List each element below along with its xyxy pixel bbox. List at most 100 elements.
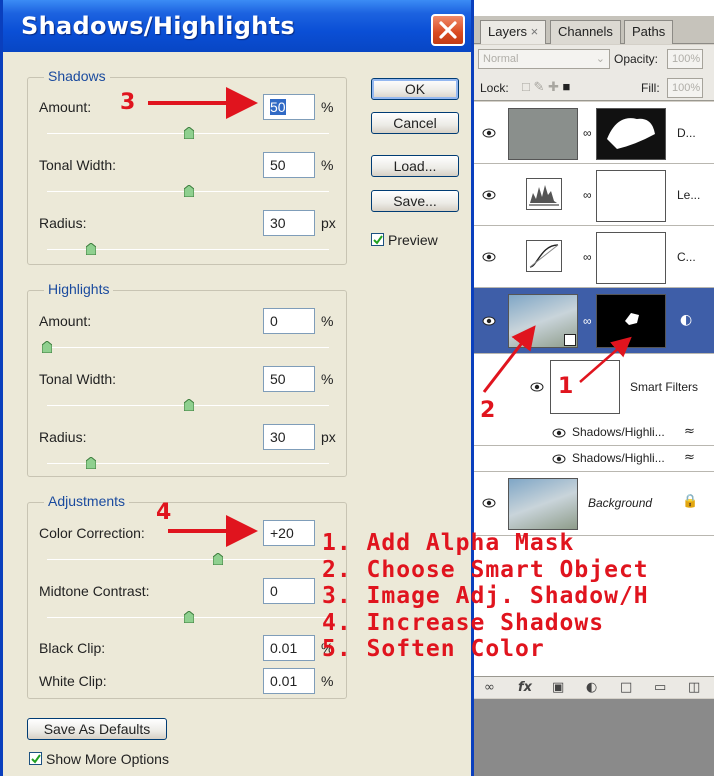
dialog-title: Shadows/Highlights — [21, 12, 295, 40]
new-layer-icon[interactable]: ▭ — [654, 680, 666, 695]
eye-icon[interactable] — [482, 190, 496, 200]
black-clip-field[interactable]: 0.01 — [263, 635, 315, 661]
highlights-amount-field[interactable]: 0 — [263, 308, 315, 334]
eye-icon[interactable] — [482, 316, 496, 326]
shadows-radius-label: Radius: — [39, 215, 87, 231]
panel-tabs: Layers × Channels Paths — [474, 16, 714, 44]
tab-close-icon[interactable]: × — [531, 24, 539, 39]
mask-thumbnail — [596, 232, 666, 284]
filter-name: Shadows/Highli... — [572, 451, 665, 465]
eye-icon[interactable] — [482, 128, 496, 138]
midtone-contrast-slider-thumb[interactable] — [184, 611, 194, 623]
smart-object-layer-row[interactable]: ∞ ◐ — [474, 288, 714, 354]
filter-options-icon[interactable]: ≈ — [684, 424, 695, 439]
background-layer-row[interactable]: Background 🔒 — [474, 472, 714, 536]
tab-paths[interactable]: Paths — [624, 20, 674, 44]
eye-icon[interactable] — [482, 252, 496, 262]
shadows-amount-unit: % — [321, 99, 334, 115]
highlights-tonal-field[interactable]: 50 — [263, 366, 315, 392]
shadows-radius-slider-thumb[interactable] — [86, 243, 96, 255]
shadows-amount-slider-thumb[interactable] — [184, 127, 194, 139]
save-as-defaults-button[interactable]: Save As Defaults — [27, 718, 167, 740]
adjustment-layer-icon[interactable]: ◐ — [586, 680, 597, 695]
color-correction-field[interactable]: +20 — [263, 520, 315, 546]
highlights-amount-slider-track[interactable] — [47, 347, 329, 348]
fx-icon[interactable]: fx — [518, 680, 532, 695]
layer-row[interactable]: ∞ Le... — [474, 164, 714, 226]
ok-button[interactable]: OK — [371, 78, 459, 100]
lock-icon: 🔒 — [682, 494, 699, 509]
eye-icon[interactable] — [482, 498, 496, 508]
smart-filters-row[interactable]: Smart Filters — [474, 354, 714, 420]
highlights-tonal-slider-thumb[interactable] — [184, 399, 194, 411]
highlights-radius-slider-thumb[interactable] — [86, 457, 96, 469]
close-button[interactable] — [431, 14, 465, 46]
shadows-tonal-slider-thumb[interactable] — [184, 185, 194, 197]
trash-icon[interactable]: ◫ — [688, 680, 700, 695]
opacity-label: Opacity: — [614, 52, 659, 66]
eye-icon[interactable] — [552, 454, 566, 464]
highlights-amount-slider-thumb[interactable] — [42, 341, 52, 353]
preview-label[interactable]: Preview — [388, 232, 438, 248]
shadows-tonal-label: Tonal Width: — [39, 157, 117, 173]
fill-label: Fill: — [641, 81, 660, 95]
annotation-step: 1. Add Alpha Mask — [322, 530, 575, 556]
highlights-legend: Highlights — [44, 281, 114, 297]
cancel-button[interactable]: Cancel — [371, 112, 459, 134]
panel-bottom-bar: ∞ fx ▣ ◐ □ ▭ ◫ — [474, 676, 714, 698]
midtone-contrast-field[interactable]: 0 — [263, 578, 315, 604]
layer-row[interactable]: ∞ C... — [474, 226, 714, 288]
annotation-step: 2. Choose Smart Object — [322, 556, 649, 583]
new-group-icon[interactable]: □ — [620, 680, 632, 695]
filter-options-icon[interactable]: ≈ — [684, 450, 695, 465]
annotation-number-4: 4 — [156, 500, 172, 525]
link-layers-icon[interactable]: ∞ — [484, 680, 495, 695]
annotation-step: 4. Increase Shadows — [322, 609, 605, 636]
layer-name: C... — [677, 250, 696, 264]
dialog-titlebar[interactable]: Shadows/Highlights — [3, 0, 471, 52]
eye-icon[interactable] — [552, 428, 566, 438]
opacity-field[interactable]: 100% — [667, 49, 703, 69]
preview-checkbox[interactable] — [371, 233, 384, 246]
layer-row[interactable]: ∞ D... — [474, 102, 714, 164]
black-clip-label: Black Clip: — [39, 640, 106, 656]
eye-icon[interactable] — [530, 382, 544, 392]
color-correction-slider-track[interactable] — [47, 559, 329, 560]
highlights-amount-unit: % — [321, 313, 334, 329]
annotation-step: 3. Image Adj. Shadow/H — [322, 583, 649, 609]
layer-name: Le... — [677, 188, 701, 202]
link-icon: ∞ — [583, 188, 592, 202]
filter-row[interactable]: Shadows/Highli... ≈ — [474, 420, 714, 446]
shadows-radius-field[interactable]: 30 — [263, 210, 315, 236]
checkmark-icon — [373, 235, 383, 245]
fill-field[interactable]: 100% — [667, 78, 703, 98]
highlights-radius-field[interactable]: 30 — [263, 424, 315, 450]
tab-channels[interactable]: Channels — [550, 20, 621, 44]
highlights-tonal-unit: % — [321, 371, 334, 387]
layer-options-bar: Normal ⌄ Opacity: 100% Lock: □ ✎ ✚ ■ Fil… — [474, 45, 714, 101]
shadows-tonal-field[interactable]: 50 — [263, 152, 315, 178]
shadows-amount-field[interactable]: 50 — [263, 94, 315, 120]
levels-adjustment-icon — [526, 178, 562, 210]
add-mask-icon[interactable]: ▣ — [552, 680, 564, 695]
link-icon: ∞ — [583, 314, 592, 328]
tab-layers[interactable]: Layers × — [480, 20, 547, 44]
load-button[interactable]: Load... — [371, 155, 459, 177]
lock-icons[interactable]: □ ✎ ✚ ■ — [522, 79, 570, 95]
color-correction-label: Color Correction: — [39, 525, 145, 541]
layer-thumbnail — [508, 108, 578, 160]
filter-row[interactable]: Shadows/Highli... ≈ — [474, 446, 714, 472]
show-more-options-checkbox[interactable] — [29, 752, 42, 765]
link-icon: ∞ — [583, 126, 592, 140]
chevron-down-icon: ⌄ — [595, 53, 605, 65]
layer-name: D... — [677, 126, 696, 140]
curves-adjustment-icon — [526, 240, 562, 272]
highlights-tonal-label: Tonal Width: — [39, 371, 117, 387]
color-correction-slider-thumb[interactable] — [213, 553, 223, 565]
blend-mode-select[interactable]: Normal ⌄ — [478, 49, 610, 69]
white-clip-field[interactable]: 0.01 — [263, 668, 315, 694]
save-button[interactable]: Save... — [371, 190, 459, 212]
adjustments-legend: Adjustments — [44, 493, 130, 509]
show-more-options-label[interactable]: Show More Options — [46, 751, 169, 767]
shadows-tonal-unit: % — [321, 157, 334, 173]
